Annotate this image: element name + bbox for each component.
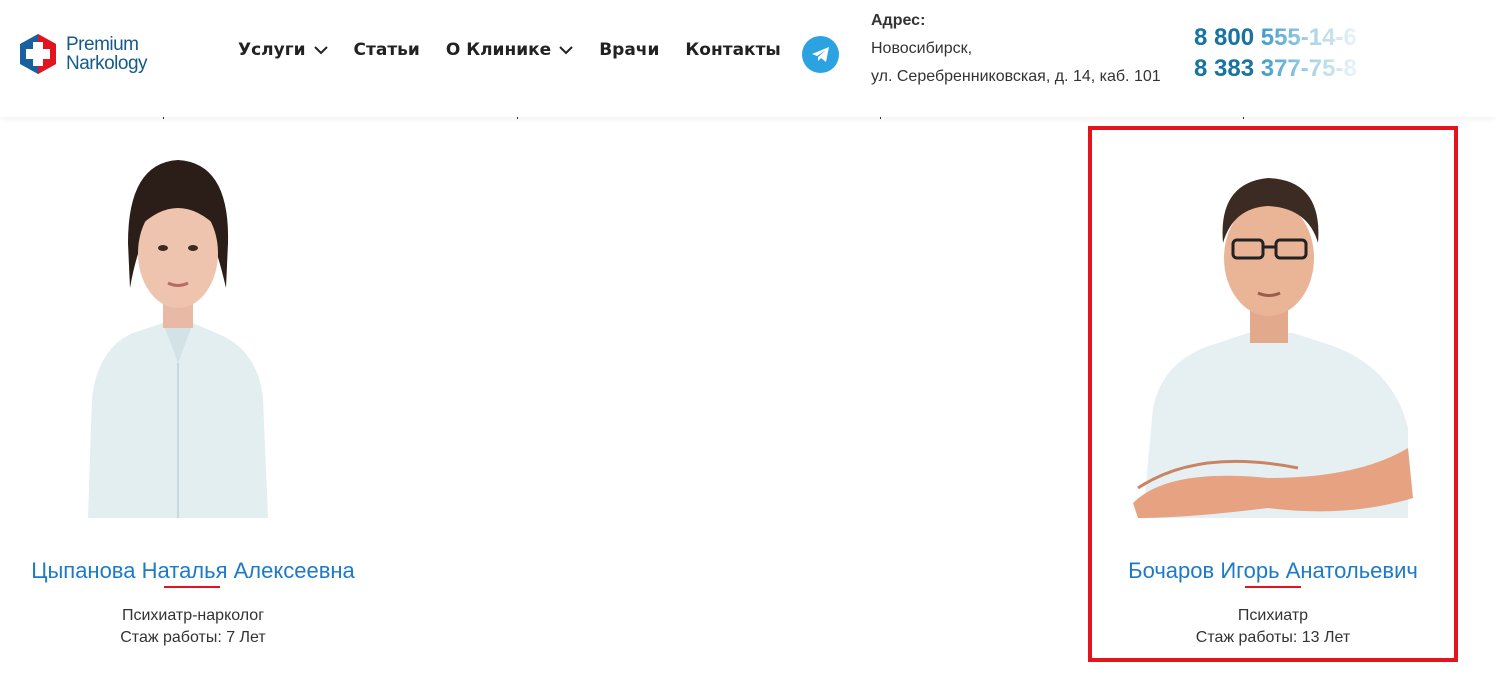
telegram-icon xyxy=(811,46,829,62)
nav-label: Контакты xyxy=(685,40,781,60)
main-nav: Услуги Статьи О Клинике Врачи Контакты xyxy=(238,40,807,60)
nav-item-doctors[interactable]: Врачи xyxy=(599,40,659,60)
nav-item-contacts[interactable]: Контакты xyxy=(685,40,780,60)
phone-2-prefix: 8 383 xyxy=(1194,55,1261,82)
doctor-name-link[interactable]: Цыпанова Наталья Алексеевна xyxy=(8,558,378,584)
telegram-button[interactable] xyxy=(802,36,839,73)
logo-cross-icon xyxy=(20,34,56,74)
address-title: Адрес: xyxy=(871,12,926,29)
nav-item-about[interactable]: О Клинике xyxy=(446,40,573,60)
phone-link-2[interactable]: 8 383 377-75-8 xyxy=(1194,53,1370,84)
address-street: ул. Серебренниковская, д. 14, каб. 101 xyxy=(871,68,1161,85)
doctor-info: Психиатр Стаж работы: 13 Лет xyxy=(1088,605,1458,649)
address-city: Новосибирск, xyxy=(871,40,973,57)
doctor-experience: Стаж работы: 13 Лет xyxy=(1195,629,1351,646)
nav-item-articles[interactable]: Статьи xyxy=(354,40,420,60)
phones-block: 8 800 555-14-6 8 383 377-75-8 xyxy=(1194,22,1370,84)
chevron-down-icon xyxy=(313,45,328,54)
name-underline xyxy=(164,586,220,588)
nav-item-services[interactable]: Услуги xyxy=(238,40,328,60)
address-block: Адрес: Новосибирск, ул. Серебренниковска… xyxy=(871,12,1161,86)
logo-line-1: Premium xyxy=(66,34,139,55)
doctor-specialty: Психиатр xyxy=(1237,607,1309,624)
site-logo[interactable]: Premium Narkology xyxy=(18,30,168,78)
phone-1-prefix: 8 800 xyxy=(1194,24,1261,51)
doctor-info: Психиатр-нарколог Стаж работы: 7 Лет xyxy=(8,605,378,649)
doctor-photo xyxy=(18,148,338,518)
name-underline xyxy=(1245,586,1301,588)
nav-label: О Клинике xyxy=(445,40,552,60)
doctor-name-link[interactable]: Бочаров Игорь Анатольевич xyxy=(1088,558,1458,584)
site-header: Premium Narkology Услуги Статьи О Клиник… xyxy=(0,0,1496,117)
chevron-down-icon xyxy=(559,45,573,54)
logo-line-2: Narkology xyxy=(66,53,148,74)
doctor-specialty: Психиатр-нарколог xyxy=(121,607,265,624)
nav-label: Услуги xyxy=(238,40,306,60)
doctor-photo xyxy=(1108,148,1428,518)
nav-label: Статьи xyxy=(353,40,420,60)
fade-overlay xyxy=(1260,53,1370,84)
doctor-card[interactable]: Цыпанова Наталья Алексеевна Психиатр-нар… xyxy=(8,126,378,662)
fade-overlay xyxy=(1260,22,1370,53)
nav-label: Врачи xyxy=(599,40,660,60)
doctor-card-highlighted[interactable]: Бочаров Игорь Анатольевич Психиатр Стаж … xyxy=(1088,126,1458,662)
phone-link-1[interactable]: 8 800 555-14-6 xyxy=(1194,22,1370,53)
doctor-experience: Стаж работы: 7 Лет xyxy=(120,629,266,646)
